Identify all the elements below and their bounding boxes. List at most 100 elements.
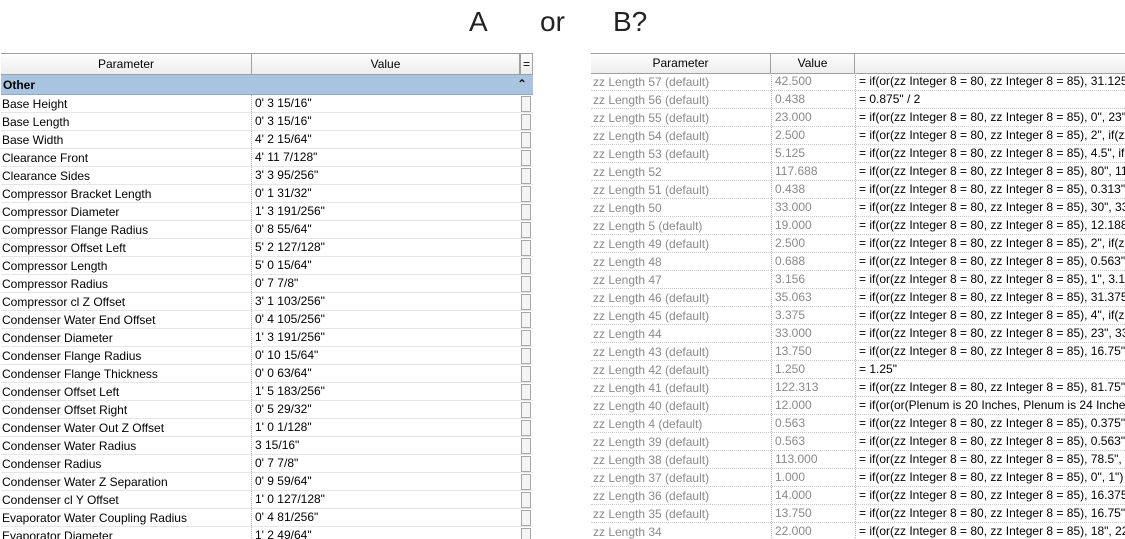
parameter-value-field[interactable]: 5' 2 127/128" bbox=[251, 239, 523, 256]
table-row[interactable]: zz Length 43 (default) 13.750 = if(or(zz I… bbox=[591, 343, 1125, 361]
formula-field[interactable]: = if(or(zz Integer 8 = 80, zz Integer 8 … bbox=[855, 433, 1125, 450]
table-row[interactable]: zz Length 37 (default) 1.000 = if(or(zz In… bbox=[591, 469, 1125, 487]
table-row[interactable]: zz Length 57 (default) 42.500 = if(or(zz I… bbox=[591, 73, 1125, 91]
formula-button[interactable] bbox=[521, 474, 531, 490]
table-row[interactable]: zz Length 4 (default) 0.563 = if(or(zz Int… bbox=[591, 415, 1125, 433]
formula-field[interactable]: = if(or(zz Integer 8 = 80, zz Integer 8 … bbox=[855, 127, 1125, 144]
formula-field[interactable]: = if(or(zz Integer 8 = 80, zz Integer 8 … bbox=[855, 109, 1125, 126]
formula-button[interactable] bbox=[521, 132, 531, 148]
formula-field[interactable]: = if(or(zz Integer 8 = 80, zz Integer 8 … bbox=[855, 325, 1125, 342]
table-row[interactable]: zz Length 35 (default) 13.750 = if(or(zz I… bbox=[591, 505, 1125, 523]
table-row[interactable]: Compressor cl Z Offset 3' 1 103/256" bbox=[1, 293, 533, 311]
parameter-value-field[interactable]: 0' 0 63/64" bbox=[251, 365, 523, 382]
table-row[interactable]: Clearance Sides 3' 3 95/256" bbox=[1, 167, 533, 185]
formula-button[interactable] bbox=[521, 366, 531, 382]
formula-field[interactable]: = 1.25" bbox=[855, 361, 1125, 378]
table-row[interactable]: Condenser Offset Right 0' 5 29/32" bbox=[1, 401, 533, 419]
table-row[interactable]: Base Length 0' 3 15/16" bbox=[1, 113, 533, 131]
table-row[interactable]: Condenser Water Z Separation 0' 9 59/64" bbox=[1, 473, 533, 491]
table-row[interactable]: zz Length 49 (default) 2.500 = if(or(zz In… bbox=[591, 235, 1125, 253]
parameter-value-field[interactable]: 3 15/16" bbox=[251, 437, 523, 454]
formula-field[interactable]: = if(or(or(Plenum is 20 Inches, Plenum i… bbox=[855, 397, 1125, 414]
table-row[interactable]: Evaporator Water Coupling Radius 0' 4 81/… bbox=[1, 509, 533, 527]
table-row[interactable]: zz Length 41 (default) 122.313 = if(or(zz … bbox=[591, 379, 1125, 397]
table-row[interactable]: Condenser Radius 0' 7 7/8" bbox=[1, 455, 533, 473]
formula-button[interactable] bbox=[521, 96, 531, 112]
formula-button[interactable] bbox=[521, 492, 531, 508]
parameter-value-field[interactable]: 1' 2 49/64" bbox=[251, 527, 523, 539]
parameter-value-field[interactable]: 1' 0 127/128" bbox=[251, 491, 523, 508]
parameter-value-field[interactable]: 0' 7 7/8" bbox=[251, 275, 523, 292]
formula-field[interactable]: = if(or(zz Integer 8 = 80, zz Integer 8 … bbox=[855, 253, 1125, 270]
table-row[interactable]: Base Height 0' 3 15/16" bbox=[1, 95, 533, 113]
table-row[interactable]: zz Length 42 (default) 1.250 = 1.25" bbox=[591, 361, 1125, 379]
formula-field[interactable]: = if(or(zz Integer 8 = 80, zz Integer 8 … bbox=[855, 307, 1125, 324]
formula-field[interactable]: = if(or(zz Integer 8 = 80, zz Integer 8 … bbox=[855, 505, 1125, 522]
parameter-value-field[interactable]: 0' 3 15/16" bbox=[251, 113, 523, 130]
table-row[interactable]: zz Length 51 (default) 0.438 = if(or(zz In… bbox=[591, 181, 1125, 199]
formula-field[interactable]: = if(or(zz Integer 8 = 80, zz Integer 8 … bbox=[855, 451, 1125, 468]
formula-field[interactable]: = if(or(zz Integer 8 = 80, zz Integer 8 … bbox=[855, 415, 1125, 432]
table-row[interactable]: Condenser cl Y Offset 1' 0 127/128" bbox=[1, 491, 533, 509]
parameter-value-field[interactable]: 0' 3 15/16" bbox=[251, 95, 523, 112]
formula-field[interactable]: = if(or(zz Integer 8 = 80, zz Integer 8 … bbox=[855, 163, 1125, 180]
parameter-value-field[interactable]: 4' 2 15/64" bbox=[251, 131, 523, 148]
formula-field[interactable]: = if(or(zz Integer 8 = 80, zz Integer 8 … bbox=[855, 289, 1125, 306]
formula-button[interactable] bbox=[521, 438, 531, 454]
column-header-parameter[interactable]: Parameter bbox=[591, 54, 771, 73]
formula-button[interactable] bbox=[521, 510, 531, 526]
formula-button[interactable] bbox=[521, 150, 531, 166]
formula-button[interactable] bbox=[521, 258, 531, 274]
parameter-value-field[interactable]: 3' 3 95/256" bbox=[251, 167, 523, 184]
formula-button[interactable] bbox=[521, 222, 531, 238]
parameter-value-field[interactable]: 0' 9 59/64" bbox=[251, 473, 523, 490]
formula-button[interactable] bbox=[521, 204, 531, 220]
formula-field[interactable]: = if(or(zz Integer 8 = 80, zz Integer 8 … bbox=[855, 523, 1125, 539]
table-row[interactable]: zz Length 53 (default) 5.125 = if(or(zz In… bbox=[591, 145, 1125, 163]
table-row[interactable]: Clearance Front 4' 11 7/128" bbox=[1, 149, 533, 167]
formula-button[interactable] bbox=[521, 456, 531, 472]
parameter-value-field[interactable]: 1' 3 191/256" bbox=[251, 203, 523, 220]
table-row[interactable]: zz Length 55 (default) 23.000 = if(or(zz I… bbox=[591, 109, 1125, 127]
column-header-parameter[interactable]: Parameter bbox=[1, 54, 252, 74]
formula-button[interactable] bbox=[521, 114, 531, 130]
group-header-other[interactable]: Other ⌃ bbox=[1, 75, 533, 95]
table-row[interactable]: Compressor Radius 0' 7 7/8" bbox=[1, 275, 533, 293]
table-row[interactable]: Condenser Diameter 1' 3 191/256" bbox=[1, 329, 533, 347]
table-row[interactable]: Condenser Flange Radius 0' 10 15/64" bbox=[1, 347, 533, 365]
table-row[interactable]: zz Length 46 (default) 35.063 = if(or(zz I… bbox=[591, 289, 1125, 307]
parameter-value-field[interactable]: 4' 11 7/128" bbox=[251, 149, 523, 166]
formula-button[interactable] bbox=[521, 330, 531, 346]
formula-button[interactable] bbox=[521, 528, 531, 539]
table-row[interactable]: zz Length 56 (default) 0.438 = 0.875" / 2 bbox=[591, 91, 1125, 109]
formula-button[interactable] bbox=[521, 240, 531, 256]
parameter-value-field[interactable]: 1' 5 183/256" bbox=[251, 383, 523, 400]
table-row[interactable]: zz Length 39 (default) 0.563 = if(or(zz In… bbox=[591, 433, 1125, 451]
formula-button[interactable] bbox=[521, 294, 531, 310]
table-row[interactable]: Base Width 4' 2 15/64" bbox=[1, 131, 533, 149]
table-row[interactable]: zz Length 52 117.688 = if(or(zz Integer 8 … bbox=[591, 163, 1125, 181]
table-row[interactable]: zz Length 36 (default) 14.000 = if(or(zz I… bbox=[591, 487, 1125, 505]
table-row[interactable]: zz Length 44 33.000 = if(or(zz Integer 8 =… bbox=[591, 325, 1125, 343]
formula-field[interactable]: = if(or(zz Integer 8 = 80, zz Integer 8 … bbox=[855, 343, 1125, 360]
table-row[interactable]: Evaporator Diameter 1' 2 49/64" bbox=[1, 527, 533, 539]
parameter-value-field[interactable]: 0' 7 7/8" bbox=[251, 455, 523, 472]
table-row[interactable]: zz Length 48 0.688 = if(or(zz Integer 8 = … bbox=[591, 253, 1125, 271]
parameter-value-field[interactable]: 0' 8 55/64" bbox=[251, 221, 523, 238]
table-row[interactable]: zz Length 50 33.000 = if(or(zz Integer 8 =… bbox=[591, 199, 1125, 217]
table-row[interactable]: zz Length 40 (default) 12.000 = if(or(or(P… bbox=[591, 397, 1125, 415]
table-row[interactable]: zz Length 5 (default) 19.000 = if(or(zz In… bbox=[591, 217, 1125, 235]
collapse-chevron-icon[interactable]: ⌃ bbox=[517, 77, 527, 91]
table-row[interactable]: zz Length 54 (default) 2.500 = if(or(zz In… bbox=[591, 127, 1125, 145]
table-row[interactable]: zz Length 45 (default) 3.375 = if(or(zz In… bbox=[591, 307, 1125, 325]
parameter-value-field[interactable]: 1' 0 1/128" bbox=[251, 419, 523, 436]
table-row[interactable]: Condenser Water Out Z Offset 1' 0 1/128" bbox=[1, 419, 533, 437]
parameter-value-field[interactable]: 0' 5 29/32" bbox=[251, 401, 523, 418]
column-header-value[interactable]: Value bbox=[771, 54, 855, 73]
table-row[interactable]: Compressor Diameter 1' 3 191/256" bbox=[1, 203, 533, 221]
table-row[interactable]: Condenser Water Radius 3 15/16" bbox=[1, 437, 533, 455]
formula-field[interactable]: = if(or(zz Integer 8 = 80, zz Integer 8 … bbox=[855, 181, 1125, 198]
formula-button[interactable] bbox=[521, 420, 531, 436]
table-row[interactable]: zz Length 38 (default) 113.000 = if(or(zz … bbox=[591, 451, 1125, 469]
formula-column-button[interactable]: = bbox=[520, 54, 533, 74]
